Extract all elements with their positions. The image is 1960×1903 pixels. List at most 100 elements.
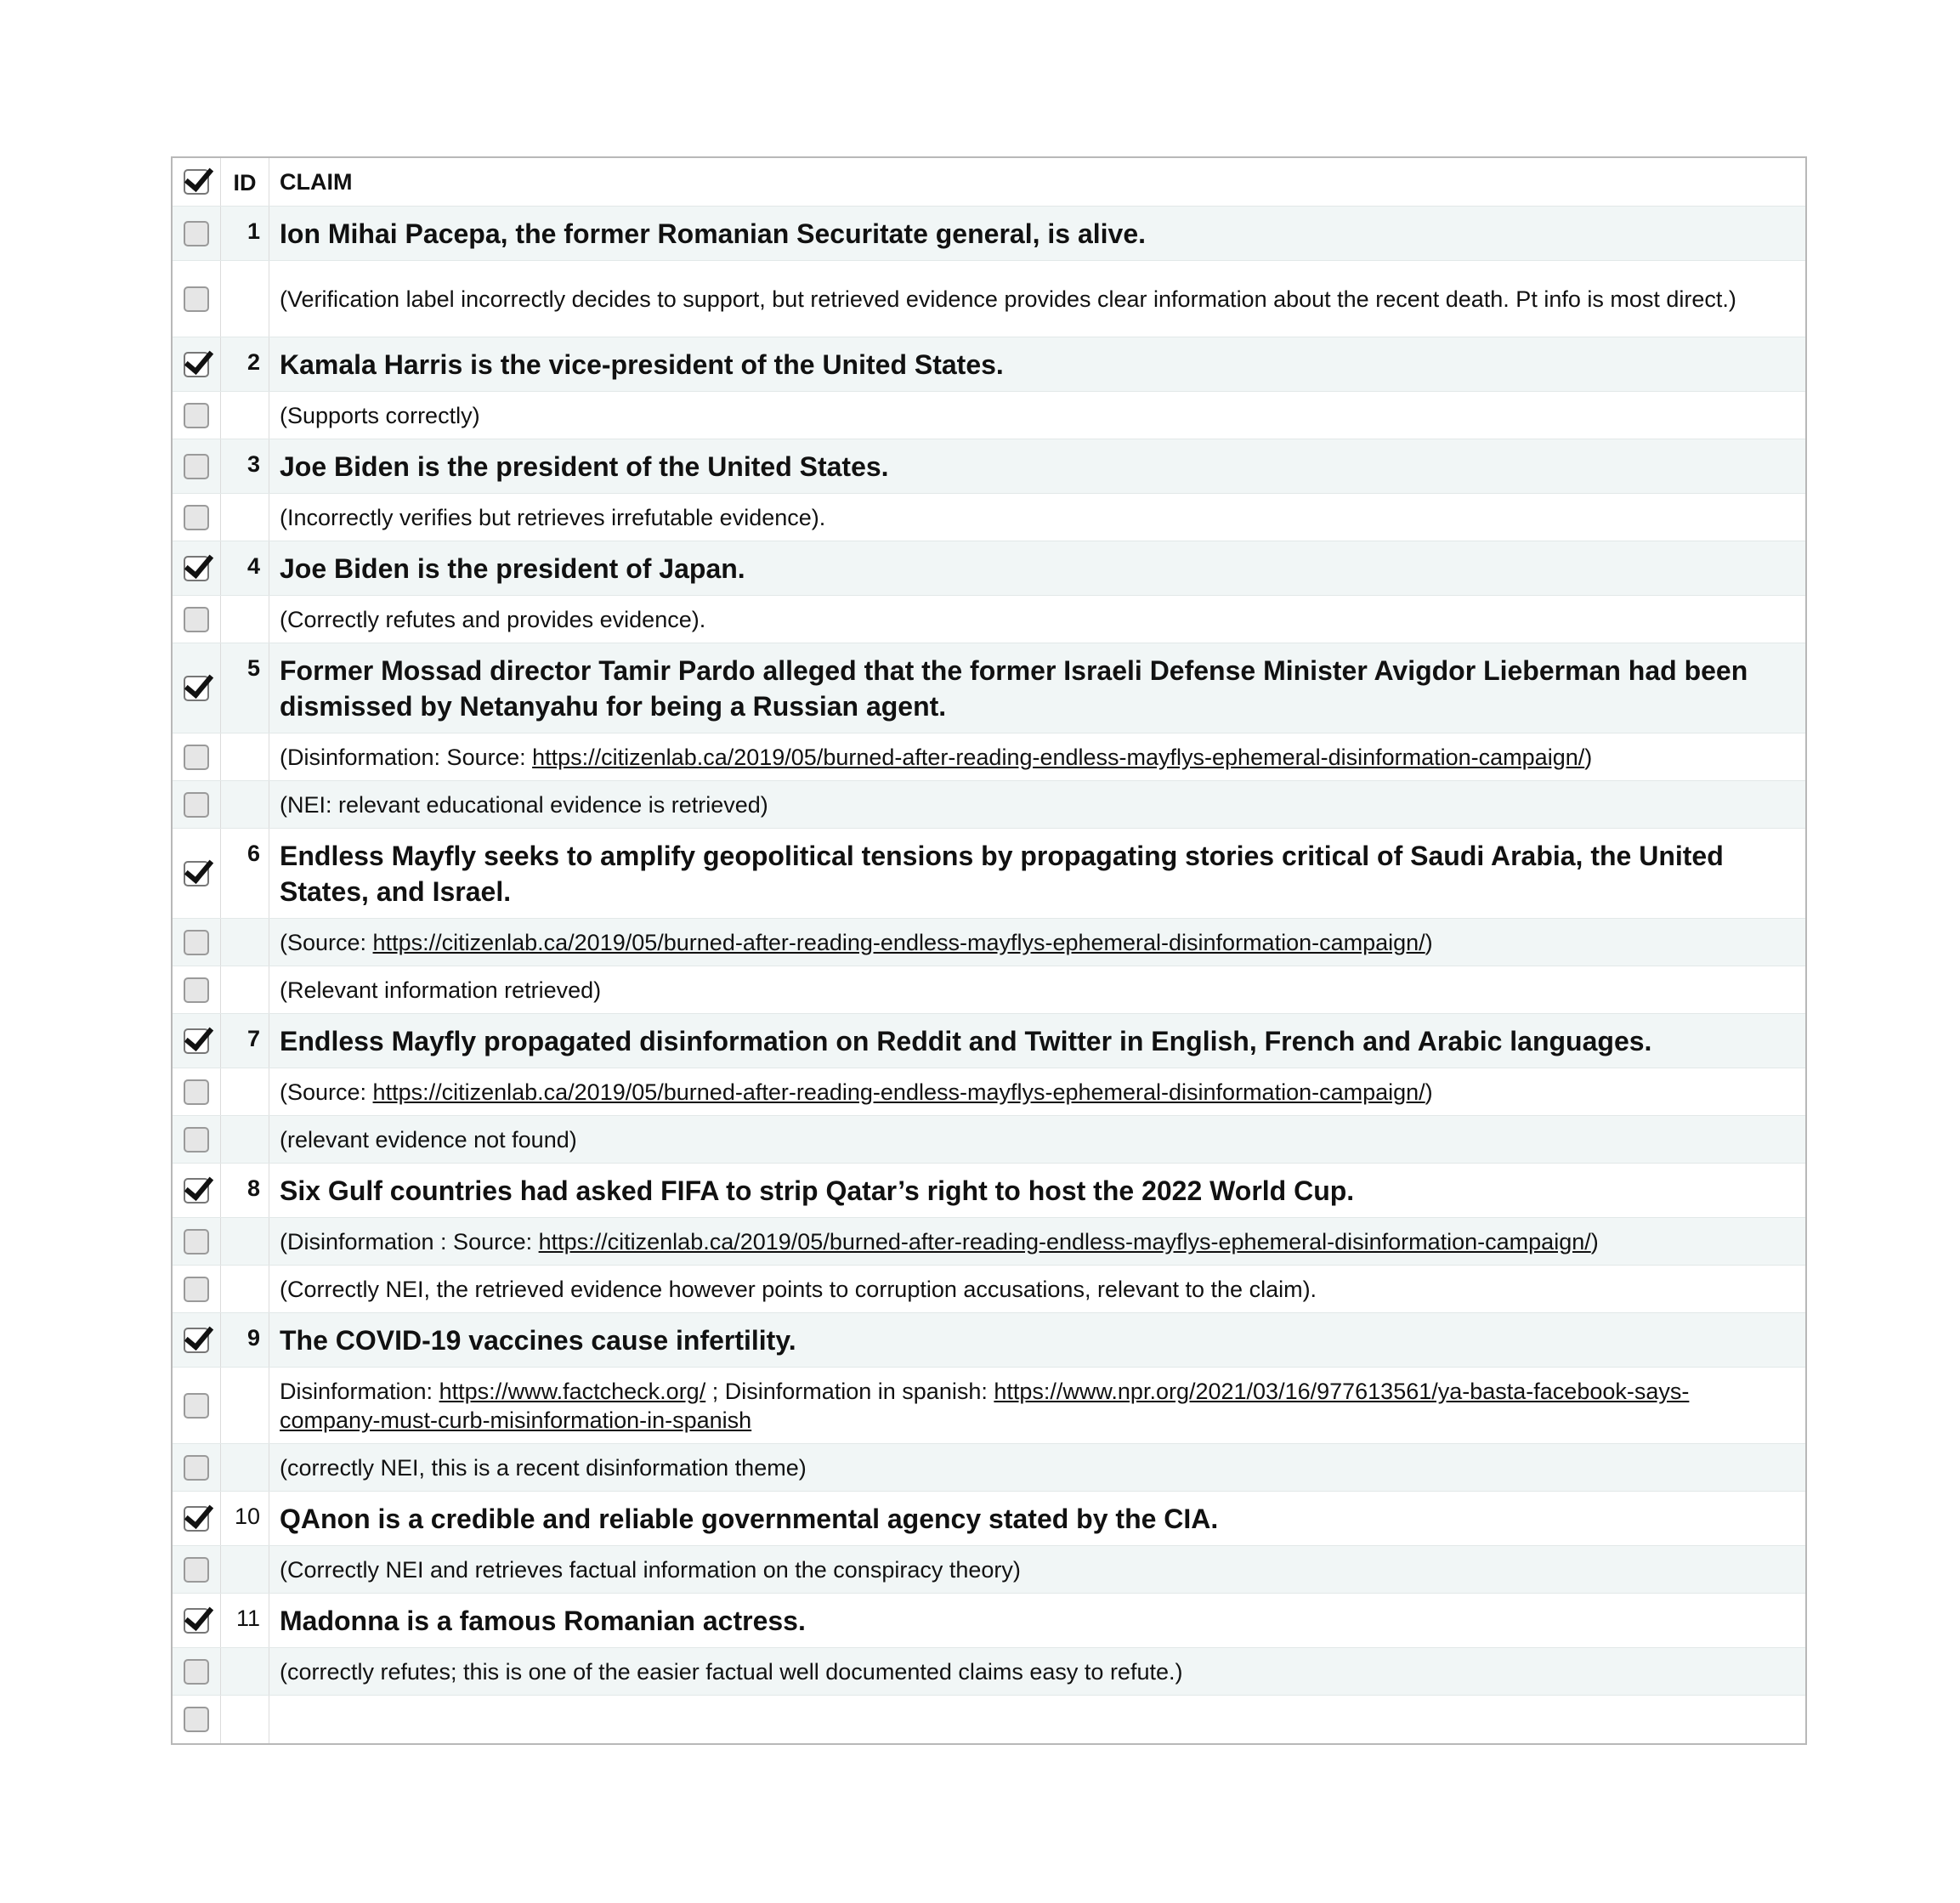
checkbox-cell (173, 1068, 221, 1115)
row-checkbox[interactable] (184, 504, 209, 530)
row-checkbox[interactable] (184, 1707, 209, 1732)
note-text: (Correctly NEI, the retrieved evidence h… (280, 1275, 1317, 1304)
note-row: (Correctly refutes and provides evidence… (173, 596, 1805, 643)
row-checkbox[interactable] (184, 606, 209, 632)
claim-text: Kamala Harris is the vice-president of t… (280, 348, 1004, 380)
checkbox-cell (173, 337, 221, 391)
claim-cell: (correctly NEI, this is a recent disinfo… (269, 1444, 1805, 1491)
checkbox-cell (173, 1368, 221, 1443)
row-checkbox[interactable] (184, 1392, 209, 1419)
note-text: (Source: https://citizenlab.ca/2019/05/b… (280, 1078, 1433, 1107)
claim-cell: Endless Mayfly propagated disinformation… (269, 1014, 1805, 1068)
note-row: (correctly refutes; this is one of the e… (173, 1648, 1805, 1696)
row-checkbox[interactable] (184, 744, 209, 770)
row-checkbox[interactable] (184, 791, 209, 818)
claim-row: 7 Endless Mayfly propagated disinformatio… (173, 1014, 1805, 1068)
row-id (221, 919, 269, 966)
row-id (221, 1068, 269, 1115)
checkbox-cell (173, 781, 221, 828)
checkbox-cell (173, 439, 221, 493)
note-row: (Supports correctly) (173, 392, 1805, 439)
checkbox-cell (173, 541, 221, 595)
row-checkbox[interactable] (184, 1276, 209, 1302)
source-link[interactable]: https://www.factcheck.org/ (439, 1379, 706, 1404)
row-checkbox[interactable] (184, 351, 209, 377)
row-checkbox[interactable] (184, 1228, 209, 1255)
row-id (221, 261, 269, 337)
row-checkbox[interactable] (184, 402, 209, 428)
claim-text: QAnon is a credible and reliable governm… (280, 1503, 1219, 1534)
checkbox-cell (173, 1546, 221, 1593)
checkbox-cell (173, 919, 221, 966)
claim-cell: (Correctly NEI, the retrieved evidence h… (269, 1266, 1805, 1312)
note-fragment: (relevant evidence not found) (280, 1126, 577, 1153)
claim-text: Six Gulf countries had asked FIFA to str… (280, 1175, 1355, 1206)
note-text: (relevant evidence not found) (280, 1125, 577, 1154)
row-checkbox[interactable] (184, 1079, 209, 1105)
note-text: (Verification label incorrectly decides … (280, 285, 1736, 314)
row-checkbox[interactable] (184, 1327, 209, 1353)
row-checkbox[interactable] (184, 1556, 209, 1583)
row-id: 3 (221, 439, 269, 493)
claim-row: 5 Former Mossad director Tamir Pardo alle… (173, 643, 1805, 733)
note-fragment: (Source: (280, 1079, 373, 1105)
source-link[interactable]: https://citizenlab.ca/2019/05/burned-aft… (532, 745, 1584, 770)
row-checkbox[interactable] (184, 1607, 209, 1634)
claim-text: Endless Mayfly seeks to amplify geopolit… (280, 840, 1724, 907)
row-checkbox[interactable] (184, 1505, 209, 1532)
note-text: (Relevant information retrieved) (280, 976, 601, 1005)
claim-cell: (NEI: relevant educational evidence is r… (269, 781, 1805, 828)
checkbox-cell (173, 1444, 221, 1491)
checkbox-cell (173, 643, 221, 733)
note-row: (Verification label incorrectly decides … (173, 261, 1805, 337)
note-row: (correctly NEI, this is a recent disinfo… (173, 1444, 1805, 1492)
note-row: (Relevant information retrieved) (173, 966, 1805, 1014)
source-link[interactable]: https://citizenlab.ca/2019/05/burned-aft… (373, 930, 1425, 955)
row-checkbox[interactable] (184, 1454, 209, 1481)
select-all-checkbox[interactable] (184, 169, 209, 195)
row-checkbox[interactable] (184, 555, 209, 581)
claim-row: 6 Endless Mayfly seeks to amplify geopoli… (173, 829, 1805, 919)
note-text: (Correctly refutes and provides evidence… (280, 605, 705, 634)
claim-row: 1 Ion Mihai Pacepa, the former Romanian S… (173, 207, 1805, 261)
column-header-claim-cell: CLAIM (269, 158, 1805, 206)
note-row: (Disinformation: Source: https://citizen… (173, 733, 1805, 781)
row-checkbox[interactable] (184, 675, 209, 701)
claim-row: 10 QAnon is a credible and reliable gover… (173, 1492, 1805, 1546)
claim-text: Joe Biden is the president of the United… (280, 450, 889, 482)
source-link[interactable]: https://citizenlab.ca/2019/05/burned-aft… (373, 1079, 1425, 1105)
row-checkbox[interactable] (184, 286, 209, 312)
row-id (221, 1368, 269, 1443)
checkbox-cell (173, 1164, 221, 1217)
checkbox-cell (173, 207, 221, 260)
row-checkbox[interactable] (184, 1126, 209, 1153)
row-checkbox[interactable] (184, 453, 209, 479)
claim-cell: (Supports correctly) (269, 392, 1805, 439)
row-id: 6 (221, 829, 269, 918)
note-text: (Disinformation: Source: https://citizen… (280, 743, 1592, 772)
note-text: (Disinformation : Source: https://citize… (280, 1227, 1599, 1256)
note-fragment: (Correctly NEI and retrieves factual inf… (280, 1556, 1021, 1583)
note-fragment: (Correctly refutes and provides evidence… (280, 606, 706, 632)
row-checkbox[interactable] (184, 977, 209, 1003)
note-text: (Correctly NEI and retrieves factual inf… (280, 1555, 1021, 1584)
note-text: (Incorrectly verifies but retrieves irre… (280, 503, 825, 532)
note-fragment: (Supports correctly) (280, 402, 480, 428)
row-checkbox[interactable] (184, 1028, 209, 1054)
row-id: 8 (221, 1164, 269, 1217)
row-checkbox[interactable] (184, 929, 209, 955)
claim-row: 11 Madonna is a famous Romanian actress. (173, 1594, 1805, 1648)
claim-cell: The COVID-19 vaccines cause infertility. (269, 1313, 1805, 1367)
row-id: 9 (221, 1313, 269, 1367)
row-checkbox[interactable] (184, 1658, 209, 1685)
checkbox-cell (173, 1696, 221, 1743)
source-link[interactable]: https://citizenlab.ca/2019/05/burned-aft… (539, 1229, 1591, 1255)
row-checkbox[interactable] (184, 1177, 209, 1204)
claim-text: Ion Mihai Pacepa, the former Romanian Se… (280, 218, 1146, 249)
row-checkbox[interactable] (184, 220, 209, 246)
row-checkbox[interactable] (184, 860, 209, 886)
column-header-id: ID (221, 158, 269, 206)
row-id (221, 1218, 269, 1265)
note-row: (NEI: relevant educational evidence is r… (173, 781, 1805, 829)
note-text: (Source: https://citizenlab.ca/2019/05/b… (280, 928, 1433, 957)
